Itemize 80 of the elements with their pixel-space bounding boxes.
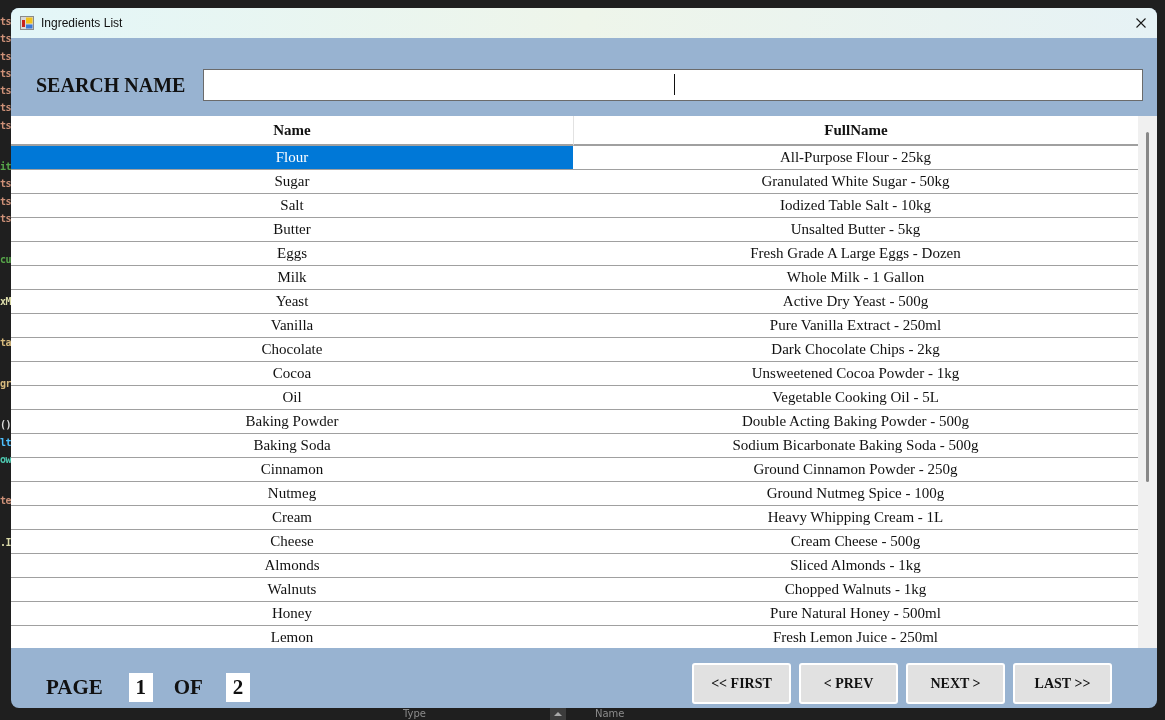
table-cell[interactable]: Sugar <box>11 170 573 194</box>
code-fragment: ts <box>0 194 11 209</box>
table-cell[interactable]: Almonds <box>11 554 573 578</box>
page-count: 2 <box>225 673 250 702</box>
table-cell[interactable]: Ground Cinnamon Powder - 250g <box>573 458 1138 482</box>
table-cell[interactable]: Pure Natural Honey - 500ml <box>573 602 1138 626</box>
scroll-thumb[interactable] <box>1146 132 1149 482</box>
code-fragment: xM <box>0 294 11 309</box>
page-label: PAGE <box>46 674 103 701</box>
panel-column-header: Name <box>595 708 625 720</box>
close-icon <box>1136 18 1146 28</box>
code-fragment: () <box>0 418 11 433</box>
table-cell[interactable]: Unsalted Butter - 5kg <box>573 218 1138 242</box>
table-cell[interactable]: Milk <box>11 266 573 290</box>
scrollbar[interactable] <box>1138 116 1157 648</box>
window-title: Ingredients List <box>41 16 124 30</box>
table-cell[interactable]: Heavy Whipping Cream - 1L <box>573 506 1138 530</box>
table-cell[interactable]: Sliced Almonds - 1kg <box>573 554 1138 578</box>
code-fragment: ts <box>0 32 11 47</box>
table-cell[interactable]: Chopped Walnuts - 1kg <box>573 578 1138 602</box>
code-fragment: ts <box>0 66 11 81</box>
table-cell[interactable]: Granulated White Sugar - 50kg <box>573 170 1138 194</box>
code-fragment: lt <box>0 435 11 450</box>
table-cell[interactable]: Active Dry Yeast - 500g <box>573 290 1138 314</box>
pager-button[interactable]: << FIRST <box>692 663 791 704</box>
table-cell[interactable]: Unsweetened Cocoa Powder - 1kg <box>573 362 1138 386</box>
code-fragment: cu <box>0 253 11 268</box>
table-cell[interactable]: Butter <box>11 218 573 242</box>
code-fragment: ts <box>0 15 11 29</box>
table-cell[interactable]: Eggs <box>11 242 573 266</box>
code-fragment: ts <box>0 177 11 192</box>
table-cell[interactable]: Honey <box>11 602 573 626</box>
pager-button[interactable]: < PREV <box>799 663 898 704</box>
table-cell[interactable]: Fresh Grade A Large Eggs - Dozen <box>573 242 1138 266</box>
table-cell[interactable]: Vegetable Cooking Oil - 5L <box>573 386 1138 410</box>
code-fragment: .I <box>0 535 11 550</box>
code-fragment: ts <box>0 101 11 116</box>
table-cell[interactable]: Cocoa <box>11 362 573 386</box>
table-cell[interactable]: Yeast <box>11 290 573 314</box>
search-field[interactable] <box>203 69 1143 101</box>
table-cell[interactable]: Cream <box>11 506 573 530</box>
table-cell[interactable]: Cinnamon <box>11 458 573 482</box>
page-number: 1 <box>128 673 153 702</box>
column-header[interactable]: FullName <box>573 116 1138 146</box>
code-fragment: gr <box>0 377 11 392</box>
code-fragment: ts <box>0 118 11 133</box>
table-cell[interactable]: Oil <box>11 386 573 410</box>
table-cell[interactable]: Cream Cheese - 500g <box>573 530 1138 554</box>
table-cell[interactable]: Sodium Bicarbonate Baking Soda - 500g <box>573 434 1138 458</box>
table-cell[interactable]: Iodized Table Salt - 10kg <box>573 194 1138 218</box>
app-icon <box>20 16 34 30</box>
table-cell[interactable]: Nutmeg <box>11 482 573 506</box>
text-cursor-icon <box>674 74 675 95</box>
table-cell[interactable]: Vanilla <box>11 314 573 338</box>
table-cell[interactable]: Walnuts <box>11 578 573 602</box>
table-cell[interactable]: Cheese <box>11 530 573 554</box>
table-cell[interactable]: Dark Chocolate Chips - 2kg <box>573 338 1138 362</box>
table-cell[interactable]: Whole Milk - 1 Gallon <box>573 266 1138 290</box>
table-cell[interactable]: Pure Vanilla Extract - 250ml <box>573 314 1138 338</box>
table-cell[interactable]: All-Purpose Flour - 25kg <box>573 146 1138 170</box>
search-label: SEARCH NAME <box>36 73 187 97</box>
table-cell[interactable]: Flour <box>11 146 573 170</box>
code-fragment: ts <box>0 84 11 99</box>
table-cell[interactable]: Baking Soda <box>11 434 573 458</box>
table-cell[interactable]: Lemon <box>11 626 573 648</box>
pager-button[interactable]: NEXT > <box>906 663 1005 704</box>
table-cell[interactable]: Ground Nutmeg Spice - 100g <box>573 482 1138 506</box>
code-fragment: it <box>0 160 11 175</box>
panel-column-header: Type <box>403 708 427 720</box>
table-cell[interactable]: Salt <box>11 194 573 218</box>
code-fragment: ts <box>0 49 11 64</box>
table-cell[interactable]: Baking Powder <box>11 410 573 434</box>
pager-button[interactable]: LAST >> <box>1013 663 1112 704</box>
code-fragment: ts <box>0 211 11 226</box>
code-fragment: ow <box>0 453 11 468</box>
of-label: OF <box>173 674 203 701</box>
table-cell[interactable]: Chocolate <box>11 338 573 362</box>
code-fragment: te <box>0 494 11 509</box>
code-fragment: ta <box>0 335 11 350</box>
table-cell[interactable]: Double Acting Baking Powder - 500g <box>573 410 1138 434</box>
